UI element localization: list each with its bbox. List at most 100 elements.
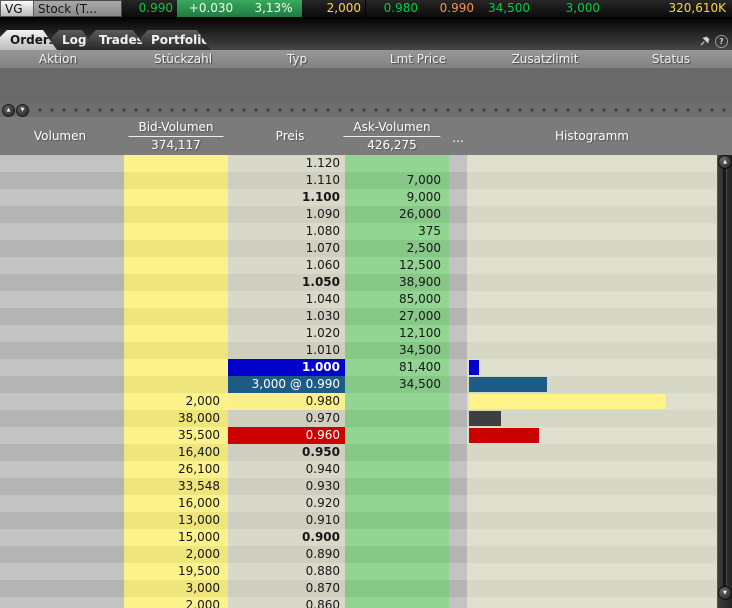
bid-volume-cell[interactable]: 26,100 <box>124 461 228 478</box>
bid-volume-cell[interactable] <box>124 342 228 359</box>
orders-column-header-1[interactable]: Aktion <box>39 50 77 68</box>
bid-volumen-column-header[interactable]: Bid-Volumen 374,117 <box>128 119 223 153</box>
ask-volume-cell[interactable]: 9,000 <box>345 189 449 206</box>
ask-volume-cell[interactable] <box>345 427 449 444</box>
ask-volume-cell[interactable] <box>345 461 449 478</box>
bid-volume-cell[interactable]: 35,500 <box>124 427 228 444</box>
ladder-scrollbar[interactable]: ▲ ▼ <box>717 155 732 608</box>
ask-volume-cell[interactable]: 81,400 <box>345 359 449 376</box>
bid-volume-cell[interactable] <box>124 240 228 257</box>
scroll-down-button[interactable]: ▼ <box>718 586 732 600</box>
ask-volume-cell[interactable]: 34,500 <box>345 342 449 359</box>
help-icon[interactable]: ? <box>715 35 728 48</box>
price-cell[interactable]: 1.120 <box>228 155 345 172</box>
bid-volume-cell[interactable]: 13,000 <box>124 512 228 529</box>
price-cell[interactable]: 0.980 <box>228 393 345 410</box>
price-cell[interactable]: 1.060 <box>228 257 345 274</box>
price-cell[interactable]: 0.930 <box>228 478 345 495</box>
more-column-header[interactable]: ... <box>452 130 463 147</box>
price-cell[interactable]: 0.880 <box>228 563 345 580</box>
ask-volume-cell[interactable]: 2,500 <box>345 240 449 257</box>
orders-column-header-5[interactable]: Zusatzlimit <box>512 50 579 68</box>
scrollbar-track[interactable] <box>723 167 727 592</box>
bid-volume-cell[interactable] <box>124 223 228 240</box>
orders-column-header-2[interactable]: Stückzahl <box>154 50 212 68</box>
price-cell[interactable]: 1.050 <box>228 274 345 291</box>
pin-icon[interactable] <box>698 35 711 48</box>
ask-volume-cell[interactable]: 12,100 <box>345 325 449 342</box>
price-cell[interactable]: 3,000 @ 0.990 <box>228 376 345 393</box>
ask-volume-cell[interactable]: 7,000 <box>345 172 449 189</box>
price-cell[interactable]: 0.890 <box>228 546 345 563</box>
bid-volume-cell[interactable] <box>124 155 228 172</box>
bid-volume-cell[interactable] <box>124 376 228 393</box>
price-cell[interactable]: 0.870 <box>228 580 345 597</box>
bid-volume-cell[interactable]: 33,548 <box>124 478 228 495</box>
splitter-collapse-down-button[interactable]: ▼ <box>16 104 29 117</box>
scroll-up-button[interactable]: ▲ <box>718 155 732 169</box>
tab-portfolio[interactable]: Portfolio <box>141 30 211 50</box>
ask-volume-cell[interactable] <box>345 478 449 495</box>
bid-volume-cell[interactable]: 38,000 <box>124 410 228 427</box>
price-cell[interactable]: 0.940 <box>228 461 345 478</box>
price-cell[interactable]: 0.970 <box>228 410 345 427</box>
orders-column-header-4[interactable]: Lmt Price <box>390 50 446 68</box>
bid-volume-cell[interactable]: 19,500 <box>124 563 228 580</box>
price-cell[interactable]: 1.090 <box>228 206 345 223</box>
bid-volume-cell[interactable]: 2,000 <box>124 393 228 410</box>
ask-volume-cell[interactable] <box>345 155 449 172</box>
price-cell[interactable]: 1.010 <box>228 342 345 359</box>
ask-volume-cell[interactable] <box>345 563 449 580</box>
bid-volume-cell[interactable] <box>124 257 228 274</box>
bid-volume-cell[interactable] <box>124 359 228 376</box>
bid-volume-cell[interactable]: 3,000 <box>124 580 228 597</box>
bid-volume-cell[interactable]: 2,000 <box>124 546 228 563</box>
ask-volume-cell[interactable]: 12,500 <box>345 257 449 274</box>
price-cell[interactable]: 1.070 <box>228 240 345 257</box>
price-cell[interactable]: 0.910 <box>228 512 345 529</box>
bid-volume-cell[interactable] <box>124 274 228 291</box>
bid-volume-cell[interactable] <box>124 308 228 325</box>
ask-volume-cell[interactable] <box>345 546 449 563</box>
splitter-drag-handle[interactable] <box>34 108 730 112</box>
bid-volume-cell[interactable] <box>124 291 228 308</box>
ask-volume-cell[interactable] <box>345 444 449 461</box>
price-cell[interactable]: 0.960 <box>228 427 345 444</box>
volumen-column-header[interactable]: Volumen <box>34 117 86 155</box>
bid-volume-cell[interactable]: 2,000 <box>124 597 228 608</box>
bid-volume-cell[interactable] <box>124 189 228 206</box>
ask-volume-cell[interactable] <box>345 529 449 546</box>
bid-volume-cell[interactable]: 16,000 <box>124 495 228 512</box>
price-cell[interactable]: 0.920 <box>228 495 345 512</box>
orders-column-header-6[interactable]: Status <box>652 50 690 68</box>
histogramm-column-header[interactable]: Histogramm <box>555 117 629 155</box>
price-cell[interactable]: 1.080 <box>228 223 345 240</box>
price-cell[interactable]: 0.860 <box>228 597 345 608</box>
bid-volume-cell[interactable] <box>124 172 228 189</box>
ask-volume-cell[interactable]: 34,500 <box>345 376 449 393</box>
price-cell[interactable]: 1.000 <box>228 359 345 376</box>
orders-column-header-3[interactable]: Typ <box>287 50 307 68</box>
bid-volume-cell[interactable] <box>124 325 228 342</box>
splitter-collapse-up-button[interactable]: ▲ <box>2 104 15 117</box>
ask-volume-cell[interactable]: 38,900 <box>345 274 449 291</box>
symbol-cell[interactable]: VG <box>0 0 34 17</box>
bid-volume-cell[interactable]: 16,400 <box>124 444 228 461</box>
price-cell[interactable]: 1.100 <box>228 189 345 206</box>
price-cell[interactable]: 1.110 <box>228 172 345 189</box>
preis-column-header[interactable]: Preis <box>276 117 305 155</box>
price-cell[interactable]: 1.040 <box>228 291 345 308</box>
ask-volume-cell[interactable]: 26,000 <box>345 206 449 223</box>
ask-volume-cell[interactable] <box>345 393 449 410</box>
ask-volume-cell[interactable] <box>345 580 449 597</box>
ask-volume-cell[interactable] <box>345 512 449 529</box>
ask-volume-cell[interactable]: 375 <box>345 223 449 240</box>
price-cell[interactable]: 1.030 <box>228 308 345 325</box>
bid-volume-cell[interactable]: 15,000 <box>124 529 228 546</box>
panel-splitter[interactable]: ▲ ▼ <box>0 103 732 117</box>
ask-volume-cell[interactable]: 27,000 <box>345 308 449 325</box>
tab-orders[interactable]: Orders <box>0 30 57 50</box>
tab-trades[interactable]: Trades <box>89 30 147 50</box>
ask-volume-cell[interactable]: 85,000 <box>345 291 449 308</box>
bid-volume-cell[interactable] <box>124 206 228 223</box>
